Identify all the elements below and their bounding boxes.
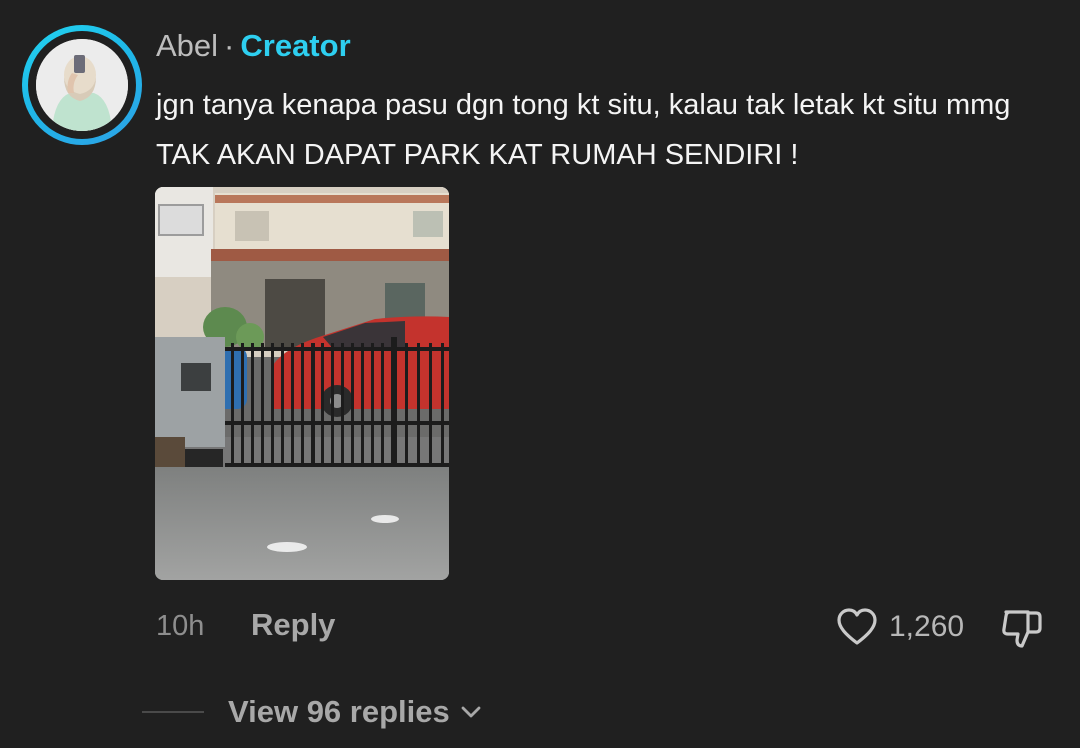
avatar-ring[interactable] — [22, 25, 142, 145]
reply-button[interactable]: Reply — [251, 606, 335, 644]
avatar[interactable] — [36, 39, 128, 131]
comment-photo[interactable] — [155, 187, 449, 580]
comment-text: jgn tanya kenapa pasu dgn tong kt situ, … — [156, 89, 1011, 171]
thumbs-down-icon[interactable] — [998, 604, 1046, 652]
comment-timestamp: 10h — [156, 610, 205, 642]
view-replies-button[interactable]: View 96 replies — [228, 692, 484, 732]
comment-photo-image — [155, 187, 449, 580]
view-replies-label: View 96 replies — [228, 694, 450, 729]
author-line: Abel · Creator — [156, 28, 351, 64]
author-name[interactable]: Abel — [156, 28, 218, 63]
comment-item: Abel · Creator jgn tanya kenapa pasu dgn t… — [0, 0, 1080, 748]
creator-badge: Creator — [240, 28, 351, 63]
chevron-down-icon — [461, 706, 481, 718]
heart-outline-icon[interactable] — [835, 605, 879, 649]
avatar-image — [36, 39, 128, 131]
replies-divider — [142, 711, 204, 713]
like-count: 1,260 — [889, 610, 965, 643]
like-button[interactable]: 1,260 — [835, 604, 964, 650]
separator-dot: · — [224, 28, 235, 63]
